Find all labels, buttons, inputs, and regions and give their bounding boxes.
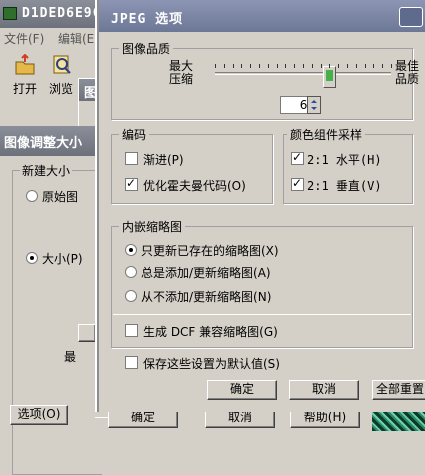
thumb-never-radio[interactable] [125, 290, 137, 302]
slider-tick [215, 64, 216, 68]
browse-button[interactable]: 浏览 [44, 52, 78, 98]
encoding-group-label: 编码 [119, 126, 150, 143]
slider-tick [268, 64, 269, 68]
optimize-huffman-checkbox[interactable] [125, 176, 138, 191]
resize-side-button[interactable] [78, 324, 96, 342]
max-label: 最 [64, 350, 77, 364]
ok-button[interactable]: 确定 [207, 380, 277, 400]
dcf-thumbnail-label: 生成 DCF 兼容缩略图(G) [143, 325, 278, 339]
open-folder-icon [15, 54, 35, 75]
resize-dialog: 图像调整大小 新建大小 原始图 大小(P) 最 [0, 126, 102, 475]
resize-dialog-title-bar: 图像调整大小 [0, 126, 95, 156]
slider-tick [233, 64, 234, 68]
slider-tick [373, 64, 374, 68]
max-compression-label: 最大 压缩 [169, 59, 194, 86]
thumb-never-label: 从不添加/更新缩略图(N) [141, 290, 272, 304]
sampling-vertical-checkbox[interactable] [291, 176, 304, 191]
reset-all-button[interactable]: 全部重置 [372, 380, 425, 400]
optimize-huffman-label: 优化霍夫曼代码(O) [143, 179, 246, 193]
new-size-group-label: 新建大小 [20, 162, 73, 179]
open-label: 打开 [12, 82, 37, 96]
spin-arrows-icon [311, 100, 317, 110]
slider-tick [347, 64, 348, 68]
slider-tick [365, 64, 366, 68]
sampling-group-label: 颜色组件采样 [287, 126, 366, 143]
slider-tick [391, 64, 392, 68]
sampling-vertical-label: 2:1 垂直(V) [307, 179, 382, 193]
browse-icon [53, 55, 71, 74]
middle-dialog-title: 图 [84, 86, 98, 101]
progressive-checkbox[interactable] [125, 152, 138, 165]
menu-bar: 文件(F) 编辑(E) [0, 28, 105, 46]
jpeg-dialog-title: JPEG 选项 [111, 12, 184, 27]
thumbnail-divider [113, 314, 411, 315]
radio-original[interactable] [26, 190, 38, 202]
dcf-thumbnail-checkbox[interactable] [125, 324, 138, 337]
progressive-label: 渐进(P) [143, 153, 184, 167]
slider-tick [285, 64, 286, 68]
new-size-group [12, 170, 102, 475]
quality-group [111, 48, 413, 120]
save-default-checkbox[interactable] [125, 356, 138, 369]
slider-tick [329, 64, 330, 68]
slider-tick [259, 64, 260, 68]
quality-spinner[interactable] [307, 96, 321, 114]
slider-tick [250, 64, 251, 68]
options-button[interactable]: 选项(O) [10, 405, 68, 425]
radio-size[interactable] [26, 252, 38, 264]
slider-tick [356, 64, 357, 68]
thumb-update-label: 只更新已存在的缩略图(X) [141, 244, 279, 258]
resize-dialog-title: 图像调整大小 [4, 136, 83, 151]
slider-tick [277, 64, 278, 68]
radio-size-label: 大小(P) [42, 252, 83, 266]
browse-label: 浏览 [48, 82, 73, 96]
quality-slider-track[interactable] [215, 72, 391, 75]
sampling-horizontal-label: 2:1 水平(H) [307, 153, 382, 167]
slider-tick [321, 64, 322, 68]
slider-tick [241, 64, 242, 68]
menu-file[interactable]: 文件(F) [4, 30, 44, 47]
slider-tick [312, 64, 313, 68]
jpeg-options-dialog: JPEG 选项 图像品质 最大 压缩 最佳 品质 65 编码 渐进(P) 优化霍… [97, 0, 425, 412]
slider-tick [224, 64, 225, 68]
thumb-always-radio[interactable] [125, 266, 137, 278]
jpeg-dialog-title-bar: JPEG 选项 [99, 0, 425, 32]
thumb-update-radio[interactable] [125, 244, 137, 256]
save-default-label: 保存这些设置为默认值(S) [143, 357, 280, 371]
best-quality-label: 最佳 品质 [395, 59, 420, 86]
sampling-horizontal-checkbox[interactable] [291, 150, 304, 165]
slider-tick [338, 64, 339, 68]
menu-edit[interactable]: 编辑(E) [58, 30, 99, 47]
slider-tick [303, 64, 304, 68]
slider-tick [382, 64, 383, 68]
app-icon [3, 7, 17, 20]
thumb-always-label: 总是添加/更新缩略图(A) [141, 266, 271, 280]
quality-slider-thumb[interactable] [323, 66, 336, 88]
slider-tick [294, 64, 295, 68]
quality-group-label: 图像品质 [119, 40, 174, 57]
radio-original-label: 原始图 [42, 190, 79, 204]
thumbnail-group-label: 内嵌缩略图 [119, 218, 186, 235]
cancel-button[interactable]: 取消 [289, 380, 359, 400]
close-button[interactable] [399, 7, 423, 27]
open-button[interactable]: 打开 [8, 52, 42, 98]
